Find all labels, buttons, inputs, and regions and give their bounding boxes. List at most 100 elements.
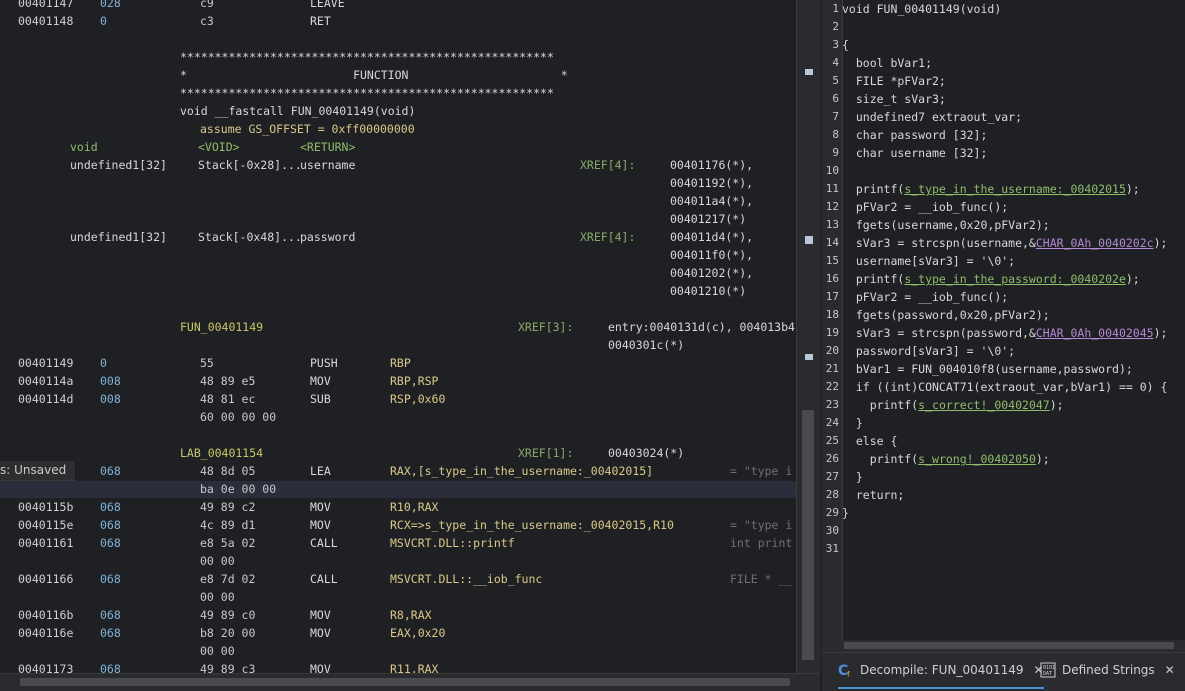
function-label[interactable]: FUN_00401149 — [180, 318, 263, 336]
code-line[interactable]: return; — [842, 486, 904, 504]
xref-address[interactable]: 00401202(*), — [670, 264, 753, 282]
code-line[interactable]: } — [842, 414, 863, 432]
code-line[interactable]: } — [842, 504, 849, 522]
instruction-mnemonic[interactable]: MOV — [310, 606, 331, 624]
code-line[interactable]: printf(s_wrong!_00402050); — [842, 450, 1050, 468]
instruction-operands[interactable]: EAX,0x20 — [390, 624, 445, 642]
instruction-address[interactable]: 00401147 — [18, 0, 73, 12]
instruction-mnemonic[interactable]: SUB — [310, 390, 331, 408]
instruction-mnemonic[interactable]: PUSH — [310, 354, 338, 372]
listing-scroll-thumb[interactable] — [802, 410, 814, 660]
code-line[interactable]: printf(s_correct!_00402047); — [842, 396, 1064, 414]
instruction-operands[interactable]: MSVCRT.DLL::__iob_func — [390, 570, 542, 588]
code-line[interactable]: printf(s_type_in_the_password:_0040202e)… — [842, 270, 1140, 288]
listing-hscroll-thumb[interactable] — [20, 678, 790, 686]
code-line[interactable]: { — [842, 36, 849, 54]
xref-address[interactable]: entry:0040131d(c), 004013b4 — [608, 318, 795, 336]
instruction-mnemonic[interactable]: MOV — [310, 498, 331, 516]
listing-panel[interactable]: 00401147 028 c9 LEAVE 00401148 0 c3 RET ********… — [0, 0, 796, 673]
decompiled-code[interactable]: void FUN_00401149(void) { bool bVar1; FIL… — [842, 0, 1185, 650]
code-line[interactable]: FILE *pFVar2; — [842, 72, 946, 90]
instruction-mnemonic[interactable]: CALL — [310, 570, 338, 588]
code-line[interactable]: void FUN_00401149(void) — [842, 0, 1001, 18]
string-reference[interactable]: s_type_in_the_password:_0040202e — [904, 272, 1126, 286]
code-line[interactable]: fgets(password,0x20,pFVar2); — [842, 306, 1050, 324]
code-line[interactable]: size_t sVar3; — [842, 90, 946, 108]
instruction-address[interactable]: 00401166 — [18, 570, 73, 588]
symbol-reference[interactable]: CHAR_0Ah_00402045 — [1036, 326, 1154, 340]
xref-address[interactable]: 004011f0(*), — [670, 246, 753, 264]
xref-address[interactable]: 00401192(*), — [670, 174, 753, 192]
tab-decompile[interactable]: Cf Decompile: FUN_00401149 ✕ — [838, 653, 1044, 689]
instruction-mnemonic[interactable]: RET — [310, 12, 331, 30]
instruction-address[interactable]: 0040116b — [18, 606, 73, 624]
instruction-address[interactable]: 0040114d — [18, 390, 73, 408]
code-line[interactable]: bVar1 = FUN_004010f8(username,password); — [842, 360, 1133, 378]
instruction-operands[interactable]: R8,RAX — [390, 606, 432, 624]
string-reference[interactable]: s_correct!_00402047 — [918, 398, 1050, 412]
xref-address[interactable]: 00401210(*) — [670, 282, 746, 300]
instruction-address[interactable]: 00401173 — [18, 660, 73, 673]
instruction-operands[interactable]: RBP,RSP — [390, 372, 438, 390]
code-line[interactable]: printf(s_type_in_the_username:_00402015)… — [842, 180, 1140, 198]
code-line[interactable]: bool bVar1; — [842, 54, 932, 72]
instruction-mnemonic[interactable]: MOV — [310, 516, 331, 534]
code-line[interactable]: fgets(username,0x20,pFVar2); — [842, 216, 1050, 234]
tab-defined-strings[interactable]: 0101 DAT Defined Strings ✕ — [1040, 653, 1175, 687]
variable-type[interactable]: undefined1[32] — [70, 156, 167, 174]
code-line[interactable]: pFVar2 = __iob_func(); — [842, 288, 1008, 306]
symbol-reference[interactable]: CHAR_0Ah_0040202c — [1036, 236, 1154, 250]
instruction-operands[interactable]: R11,RAX — [390, 660, 438, 673]
code-label[interactable]: LAB_00401154 — [180, 444, 263, 462]
instruction-operands[interactable]: RAX,[s_type_in_the_username:_00402015] — [390, 462, 653, 480]
code-line[interactable]: sVar3 = strcspn(password,&CHAR_0Ah_00402… — [842, 324, 1168, 342]
code-line[interactable]: else { — [842, 432, 898, 450]
instruction-operands[interactable]: RCX=>s_type_in_the_username:_00402015,R1… — [390, 516, 674, 534]
instruction-mnemonic[interactable]: MOV — [310, 624, 331, 642]
code-line[interactable]: password[sVar3] = '\0'; — [842, 342, 1015, 360]
instruction-address[interactable]: 0040116e — [18, 624, 73, 642]
code-line[interactable]: char username [32]; — [842, 144, 988, 162]
variable-name[interactable]: username — [300, 156, 355, 174]
instruction-mnemonic[interactable]: LEA — [310, 462, 331, 480]
xref-address[interactable]: 00403024(*) — [608, 444, 684, 462]
instruction-address[interactable]: 0040115e — [18, 516, 73, 534]
xref-address[interactable]: 00401176(*), — [670, 156, 753, 174]
code-line[interactable]: sVar3 = strcspn(username,&CHAR_0Ah_00402… — [842, 234, 1168, 252]
decompiler-panel[interactable]: 1 2 3 4 5 6 7 8 9 10 11 12 13 14 15 16 17 18 19 20 21 22 23 24 2… — [822, 0, 1185, 650]
decompiler-hscroll-thumb[interactable] — [844, 642, 1174, 649]
code-line[interactable]: pFVar2 = __iob_func(); — [842, 198, 1008, 216]
instruction-mnemonic[interactable]: MOV — [310, 660, 331, 673]
instruction-mnemonic[interactable]: CALL — [310, 534, 338, 552]
instruction-mnemonic[interactable]: LEAVE — [310, 0, 345, 12]
instruction-operands[interactable]: MSVCRT.DLL::printf — [390, 534, 515, 552]
line-number: 26 — [825, 452, 839, 465]
code-line[interactable]: if ((int)CONCAT71(extraout_var,bVar1) ==… — [842, 378, 1168, 396]
instruction-address[interactable]: 00401149 — [18, 354, 73, 372]
function-signature[interactable]: void __fastcall FUN_00401149(void) — [180, 102, 415, 120]
instruction-address[interactable]: 0040115b — [18, 498, 73, 516]
xref-address[interactable]: 00401217(*) — [670, 210, 746, 228]
instruction-operands[interactable]: RSP,0x60 — [390, 390, 445, 408]
close-icon[interactable]: ✕ — [1165, 663, 1175, 677]
code-line[interactable]: undefined7 extraout_var; — [842, 108, 1022, 126]
instruction-operands[interactable]: RBP — [390, 354, 411, 372]
instruction-operands[interactable]: R10,RAX — [390, 498, 438, 516]
xref-address[interactable]: 004011d4(*), — [670, 228, 753, 246]
variable-name[interactable]: password — [300, 228, 355, 246]
listing-horizontal-scrollbar[interactable] — [0, 673, 820, 691]
code-line[interactable]: char password [32]; — [842, 126, 988, 144]
xref-address[interactable]: 004011a4(*), — [670, 192, 753, 210]
instruction-address[interactable]: 00401161 — [18, 534, 73, 552]
instruction-address[interactable]: 00401148 — [18, 12, 73, 30]
decompiler-horizontal-scrollbar[interactable] — [822, 640, 1185, 652]
code-line[interactable]: } — [842, 468, 863, 486]
string-reference[interactable]: s_wrong!_00402050 — [918, 452, 1036, 466]
instruction-mnemonic[interactable]: MOV — [310, 372, 331, 390]
variable-type[interactable]: undefined1[32] — [70, 228, 167, 246]
code-line[interactable]: username[sVar3] = '\0'; — [842, 252, 1015, 270]
xref-address[interactable]: 0040301c(*) — [608, 336, 684, 354]
instruction-address[interactable]: 0040114a — [18, 372, 73, 390]
string-reference[interactable]: s_type_in_the_username:_00402015 — [904, 182, 1126, 196]
listing-vertical-scrollbar[interactable] — [796, 0, 821, 673]
